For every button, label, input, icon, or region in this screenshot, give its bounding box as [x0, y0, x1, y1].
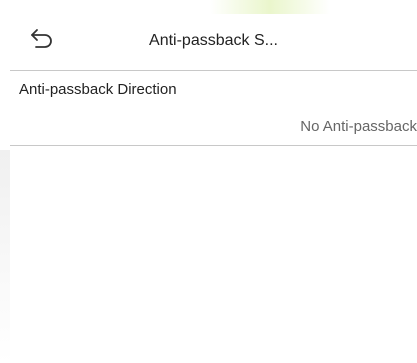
setting-anti-passback-direction[interactable]: Anti-passback Direction No Anti-passback	[10, 71, 417, 146]
page-title: Anti-passback S...	[149, 32, 278, 49]
setting-label: Anti-passback Direction	[19, 81, 177, 98]
settings-list: Anti-passback Direction No Anti-passback	[10, 71, 417, 146]
header-bar: Anti-passback S...	[10, 14, 417, 71]
back-button[interactable]	[28, 26, 58, 50]
back-arrow-icon	[31, 29, 52, 48]
setting-value: No Anti-passback	[300, 118, 417, 135]
background-decoration-left	[0, 150, 10, 363]
screen: Anti-passback S... Anti-passback Directi…	[0, 0, 417, 363]
